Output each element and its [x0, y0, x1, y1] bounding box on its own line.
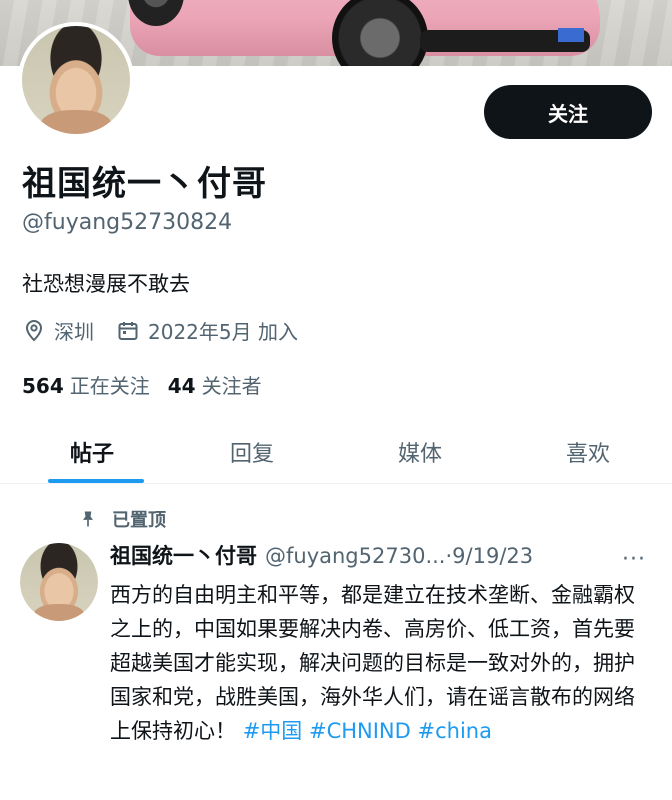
tab-label: 媒体	[397, 441, 442, 467]
followers-link[interactable]: 44 关注者	[168, 370, 262, 399]
tab-label: 喜欢	[565, 441, 610, 467]
tab-media[interactable]: 媒体	[336, 420, 504, 483]
joined-text: 2022年5月 加入	[148, 320, 298, 344]
hashtag[interactable]: #CHNIND	[309, 719, 411, 743]
post-date[interactable]: 9/19/23	[452, 544, 533, 568]
location-item: 深圳	[22, 316, 94, 345]
active-tab-indicator	[48, 479, 144, 483]
avatar-image	[22, 26, 130, 134]
calendar-icon	[118, 321, 138, 340]
post-author-name[interactable]: 祖国统一丶付哥	[110, 540, 257, 570]
tab-replies[interactable]: 回复	[168, 420, 336, 483]
location-text: 深圳	[54, 320, 94, 344]
profile-meta: 深圳 2022年5月 加入	[22, 316, 320, 345]
tab-likes[interactable]: 喜欢	[504, 420, 672, 483]
follow-button[interactable]: 关注	[484, 85, 652, 139]
tab-label: 帖子	[70, 441, 115, 467]
post-author-handle[interactable]: @fuyang52730...	[265, 544, 445, 568]
profile-tabs: 帖子 回复 媒体 喜欢	[0, 420, 672, 484]
tab-posts[interactable]: 帖子	[0, 420, 168, 483]
joined-item: 2022年5月 加入	[116, 316, 298, 345]
post-separator: ·	[445, 544, 453, 568]
display-name: 祖国统一丶付哥	[22, 164, 267, 204]
tab-label: 回复	[229, 441, 274, 467]
post-text: 西方的自由明主和平等，都是建立在技术垄断、金融霸权之上的，中国如果要解决内卷、高…	[110, 578, 650, 748]
post-avatar[interactable]	[20, 543, 98, 621]
pinned-indicator: 已置顶	[78, 506, 166, 532]
more-icon[interactable]: ···	[622, 547, 646, 572]
follow-counts: 564 正在关注 44 关注者	[22, 370, 280, 399]
avatar-image	[20, 543, 98, 621]
hashtag[interactable]: #china	[418, 719, 492, 743]
following-label: 正在关注	[69, 374, 150, 398]
following-count: 564	[22, 374, 64, 398]
followers-count: 44	[167, 374, 196, 398]
banner-car-plate	[558, 28, 584, 42]
user-handle: @fuyang52730824	[22, 210, 233, 235]
followers-label: 关注者	[201, 374, 262, 398]
profile-avatar[interactable]	[18, 22, 134, 138]
profile-bio: 社恐想漫展不敢去	[22, 272, 190, 296]
location-pin-icon	[25, 319, 43, 341]
pinned-label: 已置顶	[112, 510, 166, 531]
post-header: 祖国统一丶付哥 @fuyang52730... · 9/19/23	[110, 540, 533, 570]
hashtag[interactable]: #中国	[243, 719, 303, 743]
pin-icon	[83, 511, 93, 527]
following-link[interactable]: 564 正在关注	[22, 370, 150, 399]
banner-car-wheel	[332, 0, 428, 66]
